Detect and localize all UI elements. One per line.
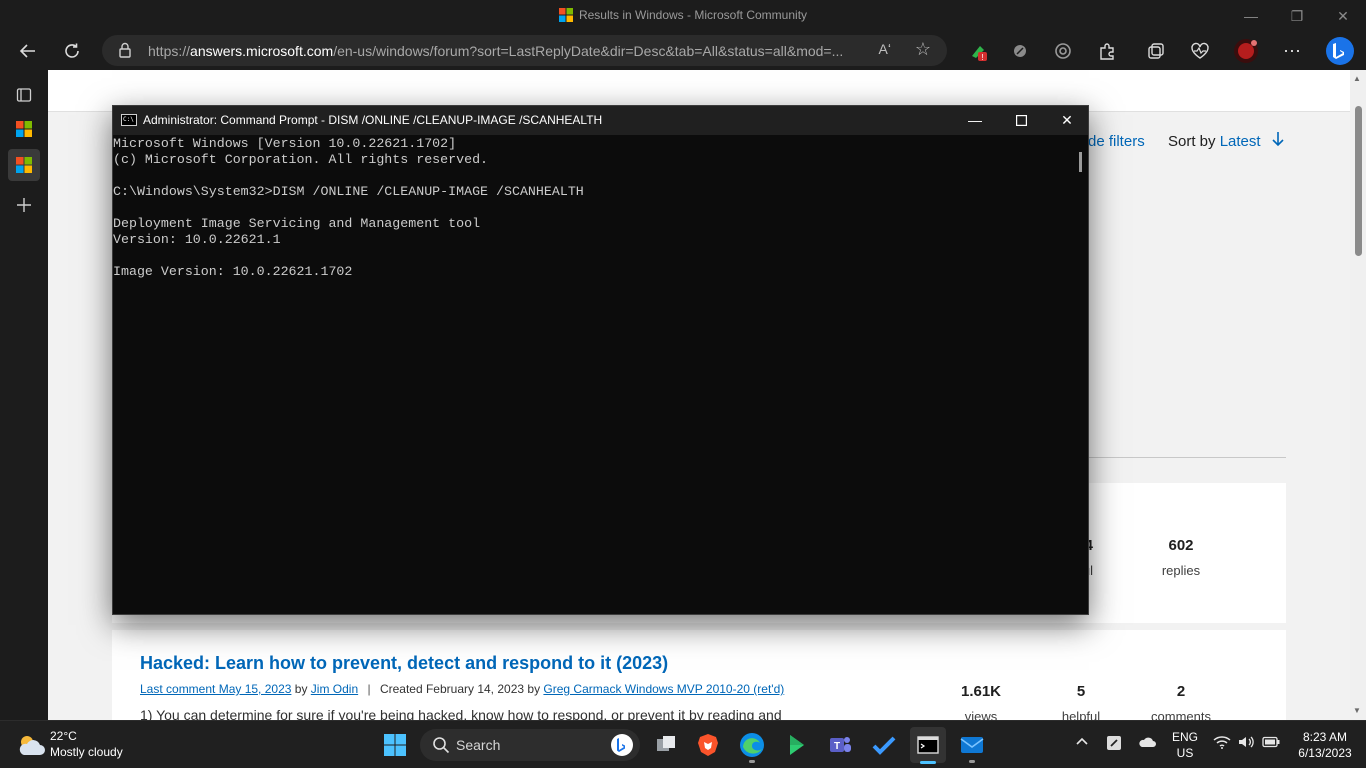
cmd-minimize-button[interactable]: — <box>952 106 998 135</box>
minimize-button[interactable]: — <box>1228 0 1274 32</box>
extension-2-icon[interactable] <box>1004 36 1036 66</box>
collections-icon[interactable] <box>1140 36 1172 66</box>
pen-tray-icon[interactable] <box>1106 735 1122 755</box>
stat-helpful: 5 helpful <box>1061 683 1101 720</box>
extension-1-icon[interactable]: ! <box>962 36 994 66</box>
search-placeholder: Search <box>456 737 501 753</box>
task-view-icon[interactable] <box>648 727 684 763</box>
show-hidden-icons-chevron-icon[interactable] <box>1075 735 1089 753</box>
console-output[interactable]: Microsoft Windows [Version 10.0.22621.17… <box>113 136 1073 612</box>
app-green-icon[interactable] <box>778 727 814 763</box>
volume-icon[interactable] <box>1238 735 1256 753</box>
stat-replies: 602 replies <box>1161 537 1201 578</box>
settings-more-icon[interactable]: ⋯ <box>1276 36 1308 66</box>
scrollbar-thumb[interactable] <box>1355 106 1362 256</box>
cmd-scrollbar-thumb[interactable] <box>1079 152 1082 172</box>
last-author-link[interactable]: Jim Odin <box>311 682 358 696</box>
read-aloud-icon[interactable]: Aʻ <box>879 41 891 57</box>
lock-icon[interactable] <box>118 42 132 63</box>
cmd-title-text: Administrator: Command Prompt - DISM /ON… <box>143 113 603 127</box>
favorite-star-icon[interactable]: ☆ <box>915 39 931 60</box>
tab-microsoft-icon[interactable] <box>8 113 40 145</box>
sort-value-link[interactable]: Latest <box>1220 133 1261 150</box>
maximize-icon <box>1015 115 1027 127</box>
window-title: Results in Windows - Microsoft Community <box>0 8 1366 25</box>
svg-text:T: T <box>834 741 840 752</box>
tab-microsoft-community-icon[interactable] <box>8 149 40 181</box>
battery-icon[interactable] <box>1262 735 1280 752</box>
last-comment-link[interactable]: Last comment May 15, 2023 <box>140 682 291 696</box>
clock-date: 6/13/2023 <box>1298 746 1352 760</box>
browser-essentials-icon[interactable] <box>1184 36 1216 66</box>
wifi-icon[interactable] <box>1213 735 1231 753</box>
extensions-puzzle-icon[interactable] <box>1091 36 1123 66</box>
back-arrow-icon <box>19 44 35 58</box>
creator-link[interactable]: Greg Carmack Windows MVP 2010-20 (ret'd) <box>543 682 784 696</box>
command-prompt-window[interactable]: C:\ Administrator: Command Prompt - DISM… <box>112 105 1089 615</box>
edge-browser-icon[interactable] <box>734 727 770 763</box>
bing-copilot-button[interactable] <box>1322 36 1358 66</box>
clock-time: 8:23 AM <box>1302 730 1348 744</box>
onedrive-cloud-icon[interactable] <box>1138 735 1156 753</box>
browser-toolbar: https://answers.microsoft.com/en-us/wind… <box>0 32 1366 70</box>
cmd-app-icon: C:\ <box>121 114 137 126</box>
stat-views: 1.61K views <box>960 683 1002 720</box>
search-icon <box>432 736 450 759</box>
windows-logo-icon <box>384 734 406 756</box>
filter-divider <box>1088 457 1286 458</box>
taskbar: 22°C Mostly cloudy Search T ENG US 8:23 … <box>0 720 1366 768</box>
thread-title-link[interactable]: Hacked: Learn how to prevent, detect and… <box>140 653 668 674</box>
refresh-button[interactable] <box>56 36 88 66</box>
cmd-close-button[interactable]: ✕ <box>1044 106 1090 135</box>
teams-icon[interactable]: T <box>822 727 858 763</box>
back-button[interactable] <box>12 36 44 66</box>
close-button[interactable]: ✕ <box>1320 0 1366 32</box>
thread-snippet: 1) You can determine for sure if you're … <box>140 707 782 720</box>
start-button[interactable] <box>377 727 413 763</box>
restore-button[interactable]: ❐ <box>1274 0 1320 32</box>
cmd-maximize-button[interactable] <box>998 106 1044 135</box>
partly-cloudy-icon <box>16 733 46 760</box>
new-tab-plus-icon[interactable] <box>8 189 40 221</box>
sort-by-label: Sort by <box>1168 133 1216 150</box>
taskbar-clock[interactable]: 8:23 AM 6/13/2023 <box>1290 729 1360 761</box>
profile-avatar[interactable] <box>1230 36 1262 66</box>
thread-meta: Last comment May 15, 2023 by Jim Odin | … <box>140 682 785 696</box>
todo-checkmark-icon[interactable] <box>866 727 902 763</box>
page-scrollbar[interactable]: ▲ ▼ <box>1350 70 1366 720</box>
sort-direction-arrow-icon[interactable] <box>1270 130 1286 153</box>
scroll-up-arrow-icon[interactable]: ▲ <box>1353 74 1361 83</box>
refresh-icon <box>65 43 79 58</box>
microsoft-logo-icon <box>558 8 573 25</box>
browser-titlebar: Results in Windows - Microsoft Community… <box>0 0 1366 32</box>
address-bar[interactable]: https://answers.microsoft.com/en-us/wind… <box>102 35 947 66</box>
mail-icon[interactable] <box>954 727 990 763</box>
input-language-indicator[interactable]: ENG US <box>1166 729 1204 761</box>
hide-filters-link[interactable]: de filters <box>1088 133 1145 150</box>
sort-by[interactable]: Sort by Latest <box>1168 133 1261 150</box>
svg-text:!: ! <box>981 53 983 61</box>
scroll-down-arrow-icon[interactable]: ▼ <box>1353 706 1361 715</box>
stat-comments: 2 comments <box>1151 683 1211 720</box>
terminal-taskbar-icon[interactable] <box>910 727 946 764</box>
created-date: Created February 14, 2023 <box>379 682 525 696</box>
tab-actions-icon[interactable] <box>8 79 40 111</box>
brave-browser-icon[interactable] <box>690 727 726 763</box>
taskbar-search[interactable]: Search <box>420 729 640 761</box>
cmd-titlebar[interactable]: C:\ Administrator: Command Prompt - DISM… <box>113 106 1088 135</box>
vertical-tabs-sidebar <box>0 70 48 720</box>
extension-3-icon[interactable] <box>1047 36 1079 66</box>
bing-icon[interactable] <box>610 733 634 762</box>
url-text[interactable]: https://answers.microsoft.com/en-us/wind… <box>148 43 868 59</box>
